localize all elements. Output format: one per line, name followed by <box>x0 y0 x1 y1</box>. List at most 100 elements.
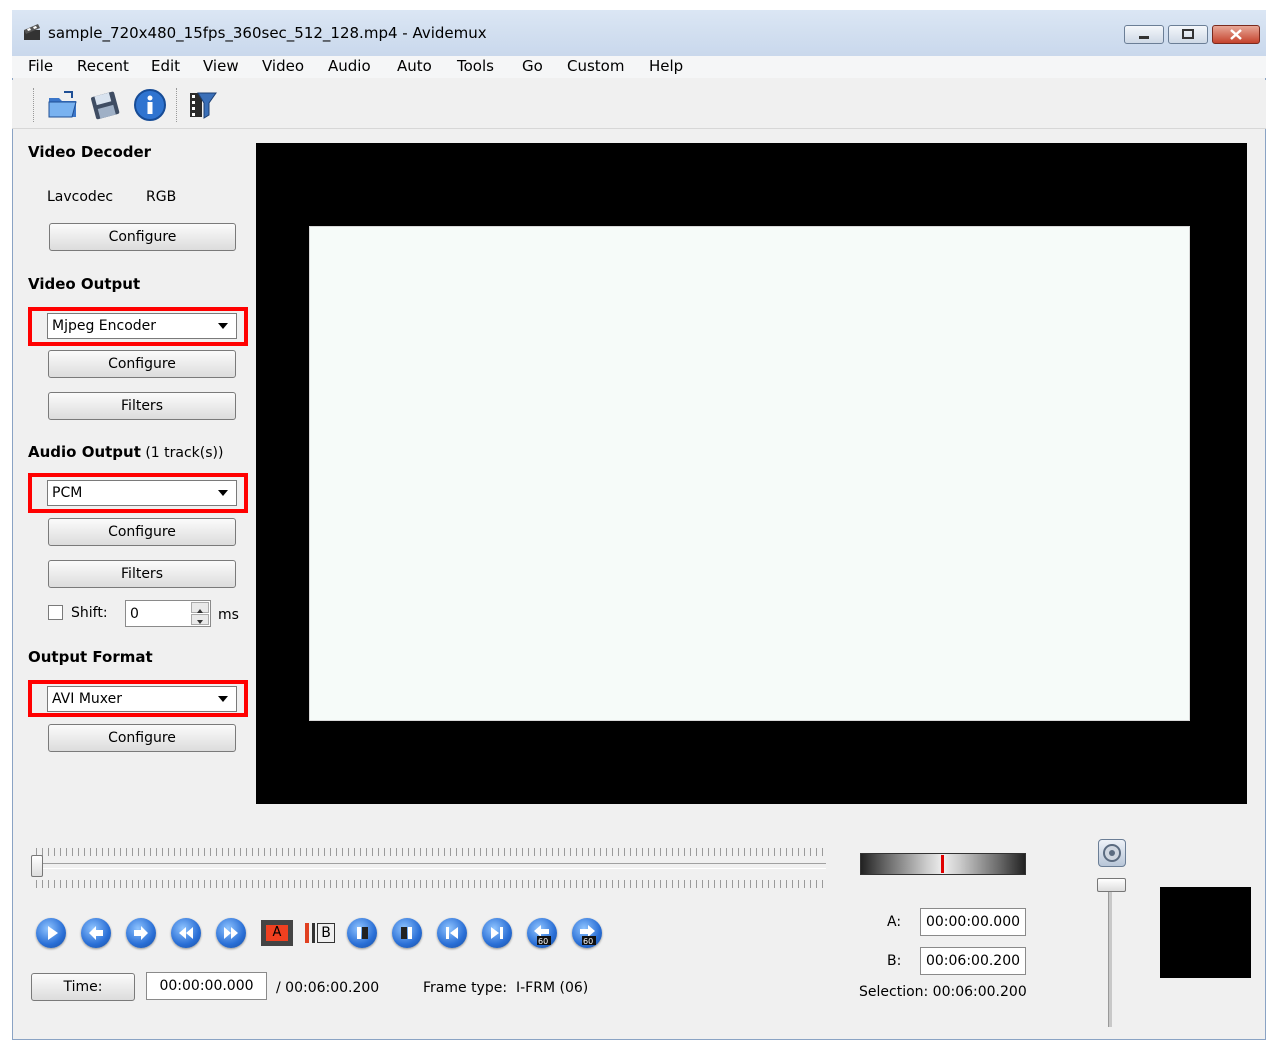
menu-custom[interactable]: Custom <box>567 57 624 75</box>
skip-forward-icon <box>491 927 503 939</box>
goto-b-icon <box>401 927 412 939</box>
goto-end-button[interactable] <box>482 918 512 948</box>
goto-start-button[interactable] <box>437 918 467 948</box>
minimize-icon <box>1139 36 1149 39</box>
menu-go[interactable]: Go <box>522 57 543 75</box>
chevron-down-icon <box>218 323 228 329</box>
chevron-down-icon <box>218 490 228 496</box>
menu-bar <box>12 56 1266 78</box>
film-filter-icon[interactable] <box>186 88 220 122</box>
previous-frame-button[interactable] <box>81 918 111 948</box>
slider-ticks-top <box>36 848 826 856</box>
menu-view[interactable]: View <box>203 57 239 75</box>
decoder-colorspace: RGB <box>146 189 177 205</box>
video-encoder-value: Mjpeg Encoder <box>52 318 157 334</box>
menu-help[interactable]: Help <box>649 57 683 75</box>
video-configure-button[interactable]: Configure <box>48 350 236 378</box>
menu-tools[interactable]: Tools <box>457 57 494 75</box>
menu-video[interactable]: Video <box>262 57 304 75</box>
open-folder-icon[interactable] <box>46 88 80 122</box>
marker-b-label: B: <box>887 953 902 969</box>
menu-file[interactable]: File <box>28 57 53 75</box>
menu-auto[interactable]: Auto <box>397 57 432 75</box>
toolbar-separator <box>176 88 180 122</box>
chevron-down-icon <box>218 696 228 702</box>
marker-b-icon: B <box>317 923 335 943</box>
slider-ticks-bottom <box>36 880 826 888</box>
decoder-name: Lavcodec <box>47 189 114 205</box>
selection-duration: Selection: 00:06:00.200 <box>859 984 1027 1000</box>
shift-spinbox[interactable]: 0 <box>125 600 211 627</box>
video-output-heading: Video Output <box>28 275 141 293</box>
marker-a-label: A: <box>887 914 902 930</box>
volume-button[interactable] <box>1098 839 1126 867</box>
back-60s-button[interactable]: 60 <box>527 918 557 948</box>
marker-b-time: 00:06:00.200 <box>920 947 1026 975</box>
toolbar-grip <box>33 88 37 122</box>
menu-audio[interactable]: Audio <box>328 57 371 75</box>
speaker-icon <box>1103 844 1121 862</box>
maximize-icon <box>1182 29 1194 39</box>
spin-down-icon[interactable] <box>191 614 209 625</box>
info-icon[interactable] <box>133 88 167 122</box>
forward-60-icon: 60 <box>580 925 596 946</box>
arrow-right-icon <box>134 926 148 940</box>
muxer-select[interactable]: AVI Muxer <box>47 686 237 712</box>
jog-indicator <box>941 855 944 873</box>
seek-slider-handle[interactable] <box>31 855 43 877</box>
minimize-button[interactable] <box>1124 25 1164 44</box>
video-decoder-heading: Video Decoder <box>28 143 152 161</box>
window-title: sample_720x480_15fps_360sec_512_128.mp4 … <box>48 24 487 42</box>
goto-marker-b-button[interactable] <box>392 918 422 948</box>
shift-checkbox[interactable] <box>48 605 63 620</box>
goto-a-icon <box>357 927 368 939</box>
audio-configure-button[interactable]: Configure <box>48 518 236 546</box>
thumbnail-preview <box>1160 887 1251 978</box>
volume-slider-track[interactable] <box>1108 885 1112 1027</box>
audio-encoder-select[interactable]: PCM <box>47 480 237 506</box>
goto-marker-a-button[interactable] <box>347 918 377 948</box>
forward-60s-button[interactable]: 60 <box>572 918 602 948</box>
audio-track-count: (1 track(s)) <box>145 445 224 461</box>
volume-slider-handle[interactable] <box>1097 878 1126 892</box>
spin-up-icon[interactable] <box>191 602 209 613</box>
set-marker-a-button[interactable]: A <box>259 918 295 948</box>
next-frame-button[interactable] <box>126 918 156 948</box>
avidemux-app-icon <box>22 22 42 42</box>
audio-output-heading: Audio Output <box>28 443 141 461</box>
audio-filters-button[interactable]: Filters <box>48 560 236 588</box>
jog-shuttle[interactable] <box>860 853 1026 875</box>
fast-forward-icon <box>224 927 238 939</box>
shift-unit: ms <box>218 607 239 623</box>
time-button[interactable]: Time: <box>31 973 135 1001</box>
current-time-field[interactable]: 00:00:00.000 <box>146 972 267 1000</box>
next-keyframe-button[interactable] <box>216 918 246 948</box>
skip-back-icon <box>446 927 458 939</box>
set-marker-b-button[interactable]: B <box>301 918 337 948</box>
muxer-value: AVI Muxer <box>52 691 123 707</box>
close-button[interactable] <box>1212 25 1260 44</box>
marker-b-line <box>312 923 315 943</box>
muxer-configure-button[interactable]: Configure <box>48 724 236 752</box>
marker-a-time: 00:00:00.000 <box>920 908 1026 936</box>
shift-value: 0 <box>130 606 139 622</box>
video-encoder-select[interactable]: Mjpeg Encoder <box>47 313 237 339</box>
previous-keyframe-button[interactable] <box>171 918 201 948</box>
menu-recent[interactable]: Recent <box>77 57 129 75</box>
close-icon <box>1230 29 1242 40</box>
save-disk-icon[interactable] <box>88 88 122 122</box>
play-button[interactable] <box>36 918 66 948</box>
rewind-icon <box>179 927 193 939</box>
audio-encoder-value: PCM <box>52 485 83 501</box>
arrow-left-icon <box>89 926 103 940</box>
video-filters-button[interactable]: Filters <box>48 392 236 420</box>
maximize-button[interactable] <box>1168 25 1208 44</box>
decoder-configure-button[interactable]: Configure <box>49 223 236 251</box>
video-frame <box>309 226 1190 721</box>
marker-b-bar <box>305 923 309 943</box>
output-format-heading: Output Format <box>28 648 153 666</box>
frame-type-value: I-FRM (06) <box>516 980 589 996</box>
menu-edit[interactable]: Edit <box>151 57 180 75</box>
seek-slider-track[interactable] <box>36 863 826 869</box>
total-time: / 00:06:00.200 <box>276 980 380 996</box>
